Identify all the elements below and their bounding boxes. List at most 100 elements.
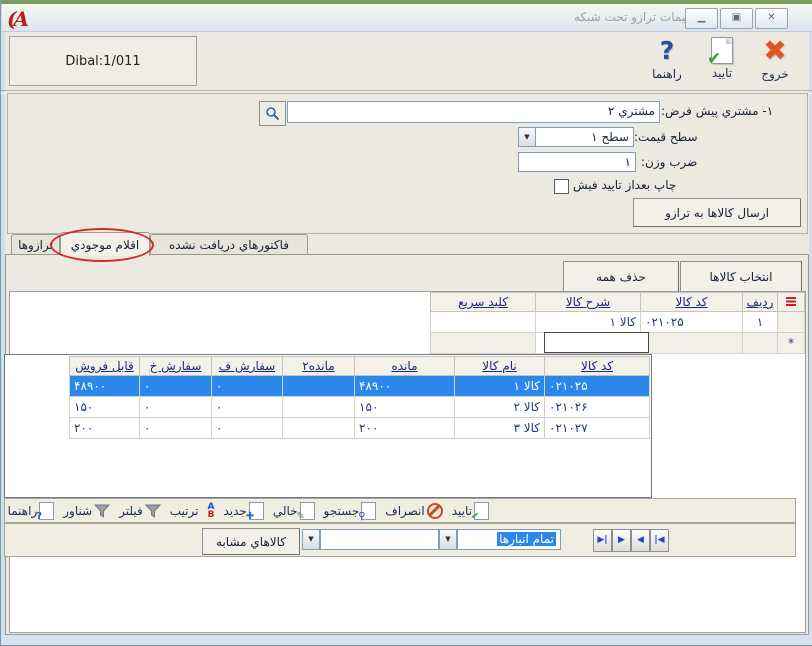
print-after-confirm-checkbox[interactable] — [554, 179, 569, 194]
lookup-cell[interactable]: ۲۰۰ — [355, 418, 455, 439]
customer-input[interactable]: مشتري ۲ — [287, 101, 660, 123]
exit-button-label: خروج — [761, 67, 789, 81]
item-lookup-popup: کد کالا نام کالا مانده مانده۲ سفارش ف سف… — [4, 354, 652, 498]
lookup-row-3[interactable]: ۰۲۱۰۲۷ کالا ۳ ۲۰۰ ۰ ۰ ۲۰۰ — [70, 418, 650, 439]
lookup-cell[interactable]: ۱۵۰ — [70, 397, 140, 418]
customer-search-button[interactable] — [259, 101, 286, 126]
price-level-value: سطح ۱ — [591, 130, 629, 144]
print-after-confirm-label: چاپ بعداز تاييد فيش — [573, 178, 693, 192]
cell-item-code[interactable]: ۰۲۱۰۲۵ — [641, 312, 743, 333]
lookup-cell[interactable]: ۰۲۱۰۲۷ — [545, 418, 650, 439]
lookup-cell[interactable]: ۰ — [140, 397, 212, 418]
tab-stock-items[interactable]: اقلام موجودي — [60, 232, 150, 256]
sort-ab-icon: AB — [200, 503, 214, 519]
nav-first-button[interactable]: |◀ — [650, 529, 669, 552]
lookup-cell[interactable]: ۱۵۰ — [355, 397, 455, 418]
new-row-marker: * — [778, 333, 805, 354]
select-items-label: انتخاب کالاها — [710, 270, 773, 284]
lookup-header-sales-order[interactable]: سفارش ف — [212, 357, 283, 376]
warehouse-combo[interactable]: تمام انبارها — [457, 529, 561, 550]
nav-next-button[interactable]: ▶ — [612, 529, 631, 552]
lookup-header-item-code[interactable]: کد کالا — [545, 357, 650, 376]
weight-factor-input[interactable]: ۱ — [518, 152, 636, 172]
exit-button[interactable]: ✖ خروج — [749, 37, 801, 87]
lookup-cell[interactable]: ۴۸۹۰۰ — [70, 376, 140, 397]
main-grid-header-row-number[interactable]: رديف — [743, 293, 778, 312]
lookup-filter-button[interactable]: فيلتر — [119, 504, 161, 518]
lookup-cell[interactable] — [283, 376, 355, 397]
tab-scales-label: ترازوها — [18, 238, 53, 252]
funnel-icon — [145, 504, 161, 518]
tab-scales[interactable]: ترازوها — [11, 234, 60, 255]
weight-factor-label: ضرب وزن: — [641, 155, 711, 169]
help-button[interactable]: ? راهنما — [641, 37, 693, 87]
send-items-to-scale-button[interactable]: ارسال کالاها به ترازو — [633, 198, 801, 227]
similar-items-button[interactable]: کالاهاي مشابه — [202, 528, 300, 555]
price-level-dropdown-button[interactable]: ▼ — [518, 127, 536, 147]
lookup-cell[interactable]: کالا ۲ — [455, 397, 545, 418]
lookup-cell[interactable]: ۰ — [212, 376, 283, 397]
nav-last-button[interactable]: ▶| — [593, 529, 612, 552]
maximize-button[interactable]: ▣ — [720, 8, 753, 29]
help-icon: ? — [660, 37, 675, 65]
lookup-cell[interactable]: ۰ — [212, 418, 283, 439]
lookup-cell[interactable]: کالا ۱ — [455, 376, 545, 397]
main-grid-header-item-desc[interactable]: شرح کالا — [536, 293, 641, 312]
chevron-down-icon: ▼ — [524, 133, 529, 141]
customer-value: مشتري ۲ — [608, 104, 655, 118]
lookup-cell[interactable] — [283, 397, 355, 418]
page-pencil-icon: ✎ — [300, 502, 315, 520]
cell-item-desc[interactable]: کالا ۱ — [536, 312, 641, 333]
main-grid-header-quick-key[interactable]: کليد سريع — [431, 293, 536, 312]
filter-combo[interactable] — [320, 529, 439, 550]
nav-next-icon: ▶ — [618, 535, 625, 545]
confirm-button[interactable]: ✔ تایید — [696, 37, 748, 87]
lookup-float-button[interactable]: شناور — [63, 504, 110, 518]
lookup-header-balance2[interactable]: مانده۲ — [283, 357, 355, 376]
lookup-header-purchase-order[interactable]: سفارش خ — [140, 357, 212, 376]
tab-unreceived-invoices[interactable]: فاکتورهاي دريافت نشده — [150, 234, 308, 255]
lookup-header-item-name[interactable]: نام کالا — [455, 357, 545, 376]
lookup-header-balance[interactable]: مانده — [355, 357, 455, 376]
warehouse-dropdown-button[interactable]: ▼ — [439, 529, 457, 550]
item-desc-editor-input[interactable] — [544, 332, 649, 353]
lookup-row-1-selected[interactable]: ۰۲۱۰۲۵ کالا ۱ ۴۸۹۰۰ ۰ ۰ ۴۸۹۰۰ — [70, 376, 650, 397]
lookup-cell[interactable]: ۰ — [212, 397, 283, 418]
main-grid-header-row: رديف کد کالا شرح کالا کليد سريع — [431, 293, 805, 312]
filter-dropdown-button[interactable]: ▼ — [302, 529, 320, 550]
row-indicator-header[interactable] — [778, 293, 805, 312]
delete-all-label: حذف همه — [596, 270, 646, 284]
minimize-button[interactable]: ▁ — [685, 8, 718, 29]
lookup-header-sellable[interactable]: قابل فروش — [70, 357, 140, 376]
lookup-cell[interactable]: ۲۰۰ — [70, 418, 140, 439]
lookup-confirm-button[interactable]: ✔ تاييد — [452, 502, 489, 520]
cell-quick-key[interactable] — [431, 312, 536, 333]
search-icon — [265, 106, 280, 121]
tab-stock-items-label: اقلام موجودي — [71, 238, 139, 252]
lookup-cell[interactable]: ۰۲۱۰۲۶ — [545, 397, 650, 418]
page-plus-icon: ✚ — [249, 502, 264, 520]
lookup-new-button[interactable]: ✚ جديد — [223, 502, 263, 520]
main-grid-header-item-code[interactable]: کد کالا — [641, 293, 743, 312]
lookup-cell[interactable]: ۰ — [140, 376, 212, 397]
close-button[interactable]: ✕ — [755, 8, 788, 29]
lookup-empty-button[interactable]: ✎ خالي — [273, 502, 315, 520]
window-bottom-frame — [2, 635, 812, 644]
close-icon: ✕ — [767, 12, 775, 23]
lookup-cell[interactable]: ۰۲۱۰۲۵ — [545, 376, 650, 397]
delete-all-button[interactable]: حذف همه — [563, 261, 679, 292]
lookup-cell[interactable]: ۴۸۹۰۰ — [355, 376, 455, 397]
cell-row-number[interactable]: ۱ — [743, 312, 778, 333]
lookup-row-2[interactable]: ۰۲۱۰۲۶ کالا ۲ ۱۵۰ ۰ ۰ ۱۵۰ — [70, 397, 650, 418]
lookup-toolbar: ✔ تاييد انصراف ⚲ جستجو ✎ خالي ✚ جديد AB … — [4, 498, 796, 523]
lookup-help-button[interactable]: ? راهنما — [8, 502, 55, 520]
lookup-cell[interactable] — [283, 418, 355, 439]
lookup-cell[interactable]: کالا ۳ — [455, 418, 545, 439]
lookup-cancel-button[interactable]: انصراف — [385, 503, 442, 519]
lookup-sort-button[interactable]: AB ترتيب — [170, 503, 215, 519]
main-grid-row-1[interactable]: ۱ ۰۲۱۰۲۵ کالا ۱ — [431, 312, 805, 333]
lookup-search-button[interactable]: ⚲ جستجو — [324, 502, 377, 520]
select-items-button[interactable]: انتخاب کالاها — [680, 261, 802, 292]
lookup-cell[interactable]: ۰ — [140, 418, 212, 439]
nav-prev-button[interactable]: ◀ — [631, 529, 650, 552]
